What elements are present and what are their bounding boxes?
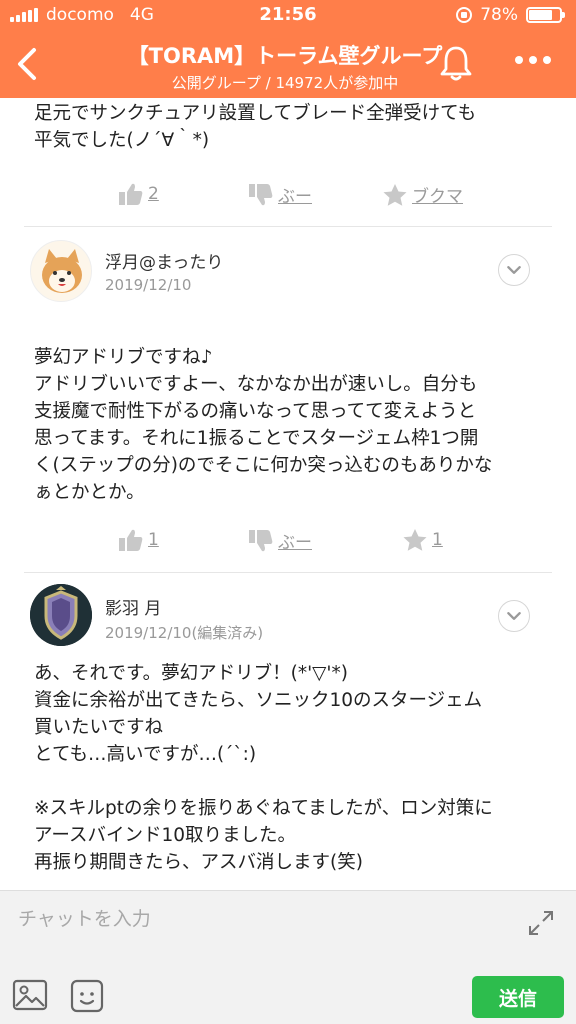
bell-icon[interactable] <box>438 44 474 82</box>
boo-button[interactable]: ぶー <box>248 182 312 207</box>
bookmark-button[interactable]: 1 <box>402 528 443 552</box>
like-count: 2 <box>148 184 159 204</box>
thumbs-down-icon <box>249 183 273 205</box>
message-actions: 1 ぶー 1 <box>0 528 576 558</box>
message-text: 足元でサンクチュアリ設置してブレード全弾受けても 平気でした(ノ´∀｀*) <box>34 103 477 151</box>
post-date: 2019/12/10(編集済み) <box>105 624 264 642</box>
bookmark-label: ブクマ <box>412 187 463 207</box>
status-bar: docomo 4G 21:56 78% <box>0 0 576 32</box>
avatar[interactable] <box>30 240 92 302</box>
shield-emblem-icon <box>30 584 92 646</box>
thumbs-up-icon <box>119 529 143 551</box>
battery-icon <box>526 7 565 23</box>
bookmark-button[interactable]: ブクマ <box>382 182 463 207</box>
message-list[interactable]: 足元でサンクチュアリ設置してブレード全弾受けても 平気でした(ノ´∀｀*) 2 … <box>0 98 576 890</box>
like-button[interactable]: 2 <box>118 182 159 206</box>
message-text: 夢幻アドリブですね♪ アドリブいいですよー、なかなか出が速いし。自分も 支援魔で… <box>34 347 493 503</box>
star-icon <box>383 183 407 206</box>
user-name[interactable]: 浮月@まったり <box>105 248 223 273</box>
like-count: 1 <box>148 530 159 550</box>
sticker-icon[interactable] <box>70 979 104 1013</box>
boo-label: ぶー <box>278 533 312 553</box>
bookmark-count: 1 <box>432 530 443 550</box>
expand-icon[interactable] <box>527 909 555 937</box>
image-icon[interactable] <box>12 979 48 1011</box>
divider <box>24 572 552 573</box>
app-header: docomo 4G 21:56 78% 【TORAM】トーラム壁グループ 公開グ… <box>0 0 576 98</box>
send-button[interactable]: 送信 <box>472 976 564 1018</box>
group-title: 【TORAM】トーラム壁グループ <box>127 44 443 68</box>
divider <box>24 226 552 227</box>
user-name[interactable]: 影羽 月 <box>105 594 161 619</box>
like-button[interactable]: 1 <box>118 528 159 552</box>
chevron-left-icon[interactable] <box>12 44 48 84</box>
boo-label: ぶー <box>278 187 312 207</box>
thumbs-down-icon <box>249 529 273 551</box>
avatar[interactable] <box>30 584 92 646</box>
star-icon <box>403 529 427 551</box>
battery-percent: 78% <box>480 5 518 25</box>
chat-input[interactable] <box>18 903 498 935</box>
message-text: あ、それです。夢幻アドリブ！(*'▽'*) 資金に余裕が出てきたら、ソニック10… <box>34 663 493 873</box>
more-dots-icon[interactable] <box>515 56 551 64</box>
message-actions: 2 ぶー ブクマ <box>0 182 576 212</box>
rotation-lock-icon <box>456 7 473 23</box>
group-subtitle: 公開グループ / 14972人が参加中 <box>171 74 399 92</box>
boo-button[interactable]: ぶー <box>248 528 312 553</box>
chevron-down-icon[interactable] <box>498 254 530 286</box>
chevron-down-icon[interactable] <box>498 600 530 632</box>
thumbs-up-icon <box>119 183 143 205</box>
post-date: 2019/12/10 <box>105 276 192 294</box>
shiba-avatar-icon <box>42 249 82 293</box>
